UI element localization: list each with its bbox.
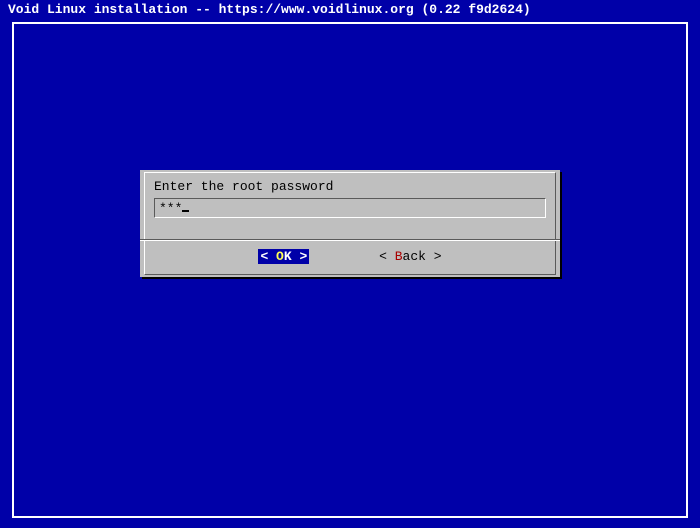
installer-screen: Void Linux installation -- https://www.v… [0, 0, 700, 528]
back-button[interactable]: < Back > [379, 249, 441, 264]
text-cursor [182, 210, 189, 212]
root-password-input[interactable]: *** [154, 198, 546, 218]
window-title: Void Linux installation -- https://www.v… [8, 2, 531, 17]
password-masked-value: *** [159, 201, 182, 216]
dialog-prompt: Enter the root password [154, 179, 546, 194]
password-dialog: Enter the root password *** < OK > < Bac… [140, 170, 560, 277]
ok-button[interactable]: < OK > [258, 249, 309, 264]
dialog-button-row: < OK > < Back > [140, 240, 560, 269]
